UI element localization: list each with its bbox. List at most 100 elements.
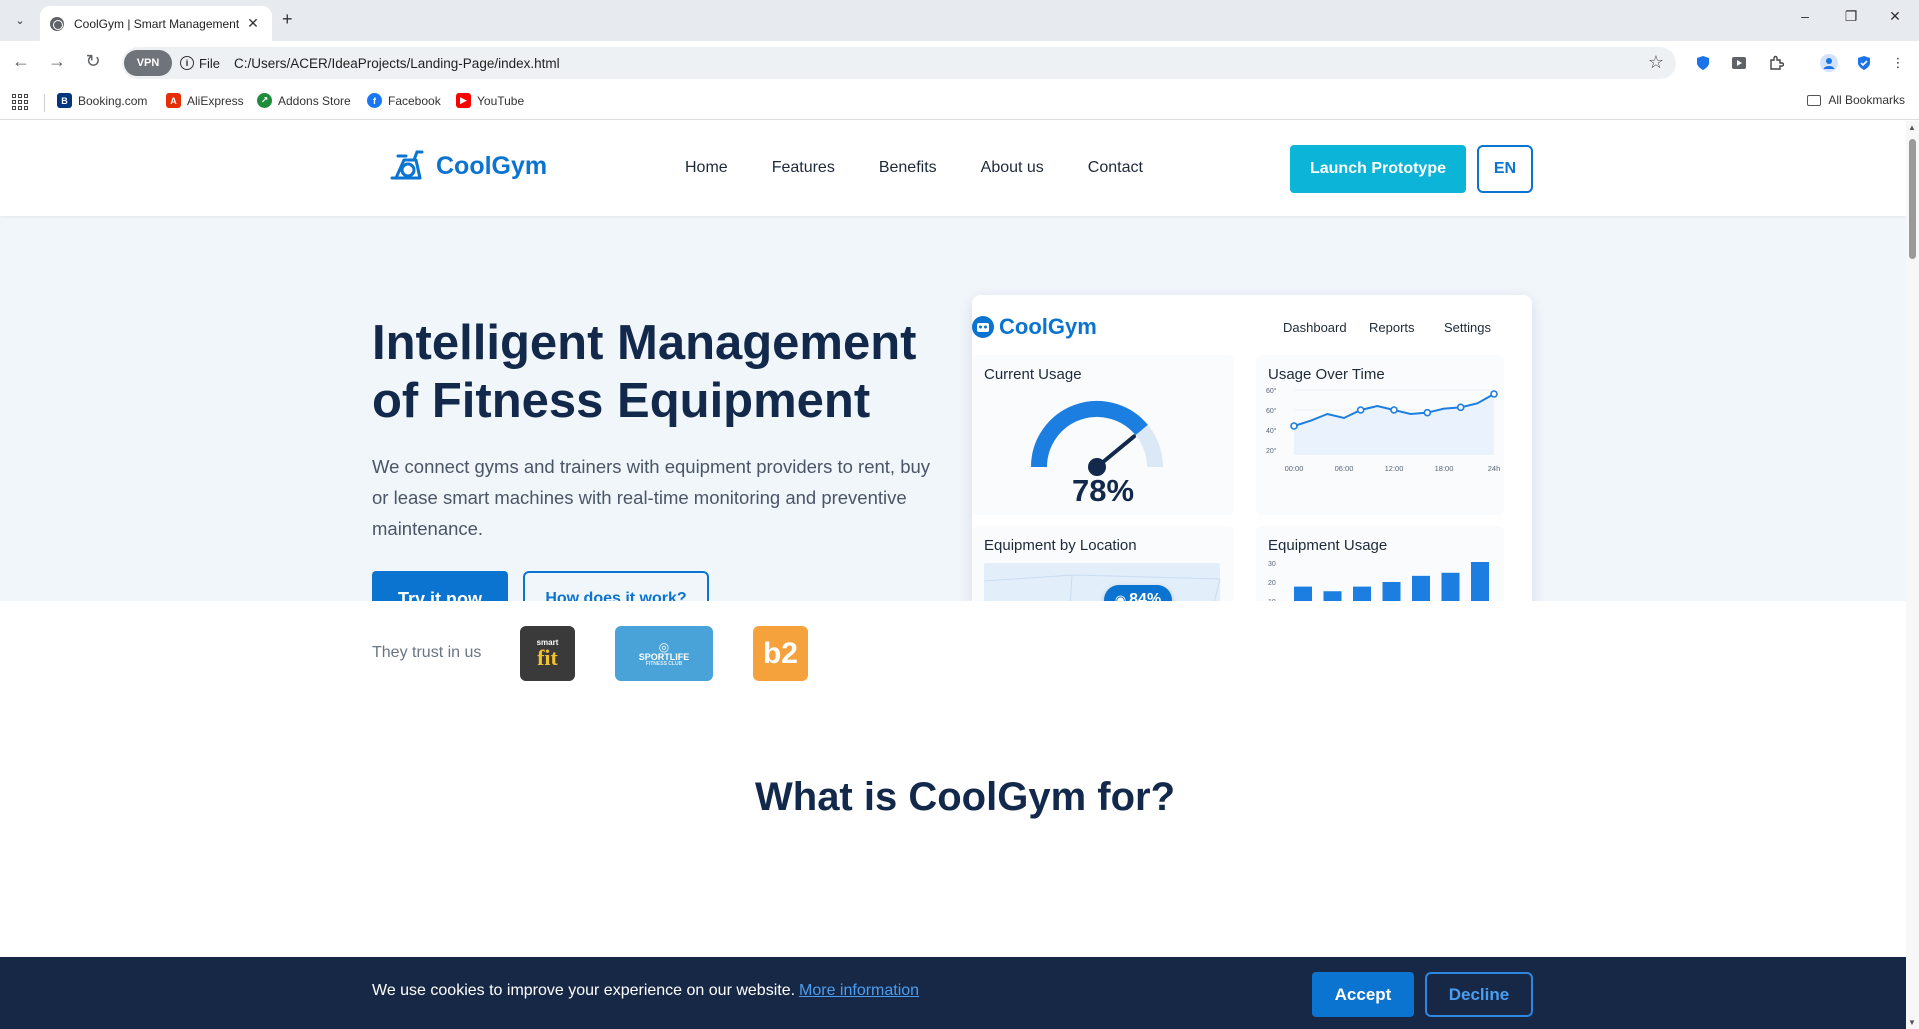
bookmark-label: Booking.com — [78, 93, 148, 108]
address-bar[interactable]: VPN i File C:/Users/ACER/IdeaProjects/La… — [122, 47, 1676, 79]
cookie-message: We use cookies to improve your experienc… — [372, 982, 919, 1000]
close-tab-icon[interactable]: ✕ — [244, 15, 262, 32]
dashboard-nav-settings[interactable]: Settings — [1444, 320, 1491, 335]
browser-toolbar: ← → ↻ VPN i File C:/Users/ACER/IdeaProje… — [0, 41, 1919, 84]
dashboard-nav-reports[interactable]: Reports — [1369, 320, 1415, 335]
bookmark-label: Addons Store — [278, 93, 351, 108]
info-icon: i — [180, 56, 194, 70]
all-bookmarks-button[interactable]: All Bookmarks — [1807, 93, 1905, 107]
bookmark-label: YouTube — [477, 93, 525, 108]
tab-title: CoolGym | Smart Management — [74, 16, 240, 31]
line-y-tick: 40° — [1266, 427, 1277, 435]
booking-icon: B — [57, 93, 72, 108]
nav-contact[interactable]: Contact — [1088, 159, 1143, 177]
line-x-tick: 06:00 — [1335, 464, 1354, 473]
logo-text: CoolGym — [436, 151, 548, 180]
current-usage-panel: Current Usage 78% — [972, 355, 1234, 515]
bookmark-aliexpress[interactable]: A AliExpress — [166, 93, 244, 108]
usage-line-chart: 60° 60° 40° 20° 00:00 06:00 12:00 18:00 24h — [1266, 387, 1501, 473]
scroll-up-icon[interactable]: ▲ — [1908, 123, 1916, 132]
line-point — [1356, 406, 1365, 414]
nav-benefits[interactable]: Benefits — [879, 159, 937, 177]
browser-tab-strip: ⌄ CoolGym | Smart Management ✕ + – ❐ ✕ — [0, 0, 1919, 41]
accept-cookies-button[interactable]: Accept — [1312, 972, 1414, 1017]
line-point — [1490, 390, 1498, 398]
puzzle-extensions-icon[interactable] — [1767, 54, 1785, 72]
url-text[interactable]: C:/Users/ACER/IdeaProjects/Landing-Page/… — [234, 56, 560, 71]
dashboard-nav-dashboard[interactable]: Dashboard — [1283, 320, 1347, 335]
cookie-text: We use cookies to improve your experienc… — [372, 982, 796, 999]
language-button[interactable]: EN — [1477, 145, 1533, 193]
main-nav: Home Features Benefits About us Contact — [685, 159, 1187, 177]
line-point — [1423, 408, 1432, 417]
bookmark-facebook[interactable]: f Facebook — [367, 93, 441, 108]
browser-tab[interactable]: CoolGym | Smart Management ✕ — [40, 6, 272, 41]
nav-home[interactable]: Home — [685, 159, 728, 177]
bar-y-tick: 30 — [1268, 561, 1276, 568]
shield-extension-icon[interactable] — [1694, 54, 1712, 72]
bookmark-star-icon[interactable]: ☆ — [1648, 52, 1664, 73]
back-icon[interactable]: ← — [9, 51, 33, 72]
launch-prototype-button[interactable]: Launch Prototype — [1290, 145, 1466, 193]
hero-title: Intelligent Management of Fitness Equipm… — [372, 316, 917, 428]
browser-menu-icon[interactable]: ⋮ — [1889, 54, 1907, 72]
folder-icon — [1807, 94, 1822, 106]
forward-icon[interactable]: → — [45, 51, 69, 72]
running-figure-icon: ◎ — [658, 639, 670, 654]
tab-search-icon[interactable]: ⌄ — [8, 8, 32, 32]
line-x-tick: 18:00 — [1435, 464, 1454, 473]
site-info-chip[interactable]: i File — [180, 56, 220, 71]
exercise-bike-icon — [390, 150, 424, 180]
line-x-tick: 24h — [1488, 464, 1501, 473]
smart-fit-logo: smart fit — [520, 626, 575, 681]
bookmark-addons-store[interactable]: ↗ Addons Store — [257, 93, 351, 108]
cookie-banner: We use cookies to improve your experienc… — [0, 957, 1906, 1029]
scroll-thumb[interactable] — [1909, 139, 1916, 259]
apps-grid-icon[interactable] — [12, 94, 28, 110]
hero-subtitle: We connect gyms and trainers with equipm… — [372, 456, 931, 539]
bookmark-booking[interactable]: B Booking.com — [57, 93, 147, 108]
page-scrollbar[interactable]: ▲ ▼ — [1906, 121, 1919, 1029]
reload-icon[interactable]: ↻ — [81, 51, 105, 72]
bar-y-tick: 20 — [1268, 580, 1276, 587]
usage-over-time-panel: Usage Over Time 60° 60° 40° 20° 00:00 06:00 12… — [1256, 355, 1504, 515]
security-shield-icon[interactable] — [1855, 54, 1873, 72]
line-point — [1390, 406, 1398, 414]
equipment-location-title: Equipment by Location — [984, 537, 1137, 554]
line-y-tick: 60° — [1266, 407, 1277, 415]
line-x-tick: 12:00 — [1385, 464, 1404, 473]
sportlife-logo: ◎ SPORTLIFE FITNESS CLUB — [615, 626, 713, 681]
aliexpress-icon: A — [166, 93, 181, 108]
cookie-more-info-link[interactable]: More information — [799, 982, 919, 999]
all-bookmarks-label: All Bookmarks — [1828, 93, 1905, 107]
dashboard-logo: CoolGym — [972, 314, 1097, 340]
restore-icon[interactable]: ❐ — [1836, 8, 1866, 25]
close-window-icon[interactable]: ✕ — [1880, 8, 1910, 25]
bookmark-youtube[interactable]: ▶ YouTube — [456, 93, 524, 108]
line-point — [1456, 403, 1465, 412]
minimize-icon[interactable]: – — [1790, 8, 1820, 24]
site-header: CoolGym Home Features Benefits About us … — [0, 121, 1906, 216]
line-area — [1294, 394, 1494, 455]
line-point — [1290, 422, 1298, 430]
line-y-tick: 60° — [1266, 387, 1277, 395]
line-y-tick: 20° — [1266, 447, 1277, 455]
profile-avatar-icon[interactable] — [1820, 54, 1838, 72]
decline-cookies-button[interactable]: Decline — [1425, 972, 1533, 1017]
new-tab-button[interactable]: + — [282, 9, 293, 30]
nav-features[interactable]: Features — [772, 159, 835, 177]
addons-store-icon: ↗ — [257, 93, 272, 108]
b2-logo: b2 — [753, 626, 808, 681]
site-logo[interactable]: CoolGym — [386, 148, 547, 184]
gauge-value: 78% — [1071, 473, 1135, 508]
robot-logo-icon — [972, 316, 994, 338]
media-extension-icon[interactable] — [1730, 54, 1748, 72]
facebook-icon: f — [367, 93, 382, 108]
bookmarks-bar: B Booking.com A AliExpress ↗ Addons Stor… — [0, 84, 1919, 120]
section-heading: What is CoolGym for? — [755, 775, 1175, 819]
page-viewport: CoolGym Home Features Benefits About us … — [0, 121, 1906, 1029]
scroll-down-icon[interactable]: ▼ — [1908, 1018, 1916, 1027]
bookmark-label: Facebook — [388, 93, 441, 108]
vpn-button[interactable]: VPN — [124, 50, 172, 76]
nav-about-us[interactable]: About us — [981, 159, 1044, 177]
